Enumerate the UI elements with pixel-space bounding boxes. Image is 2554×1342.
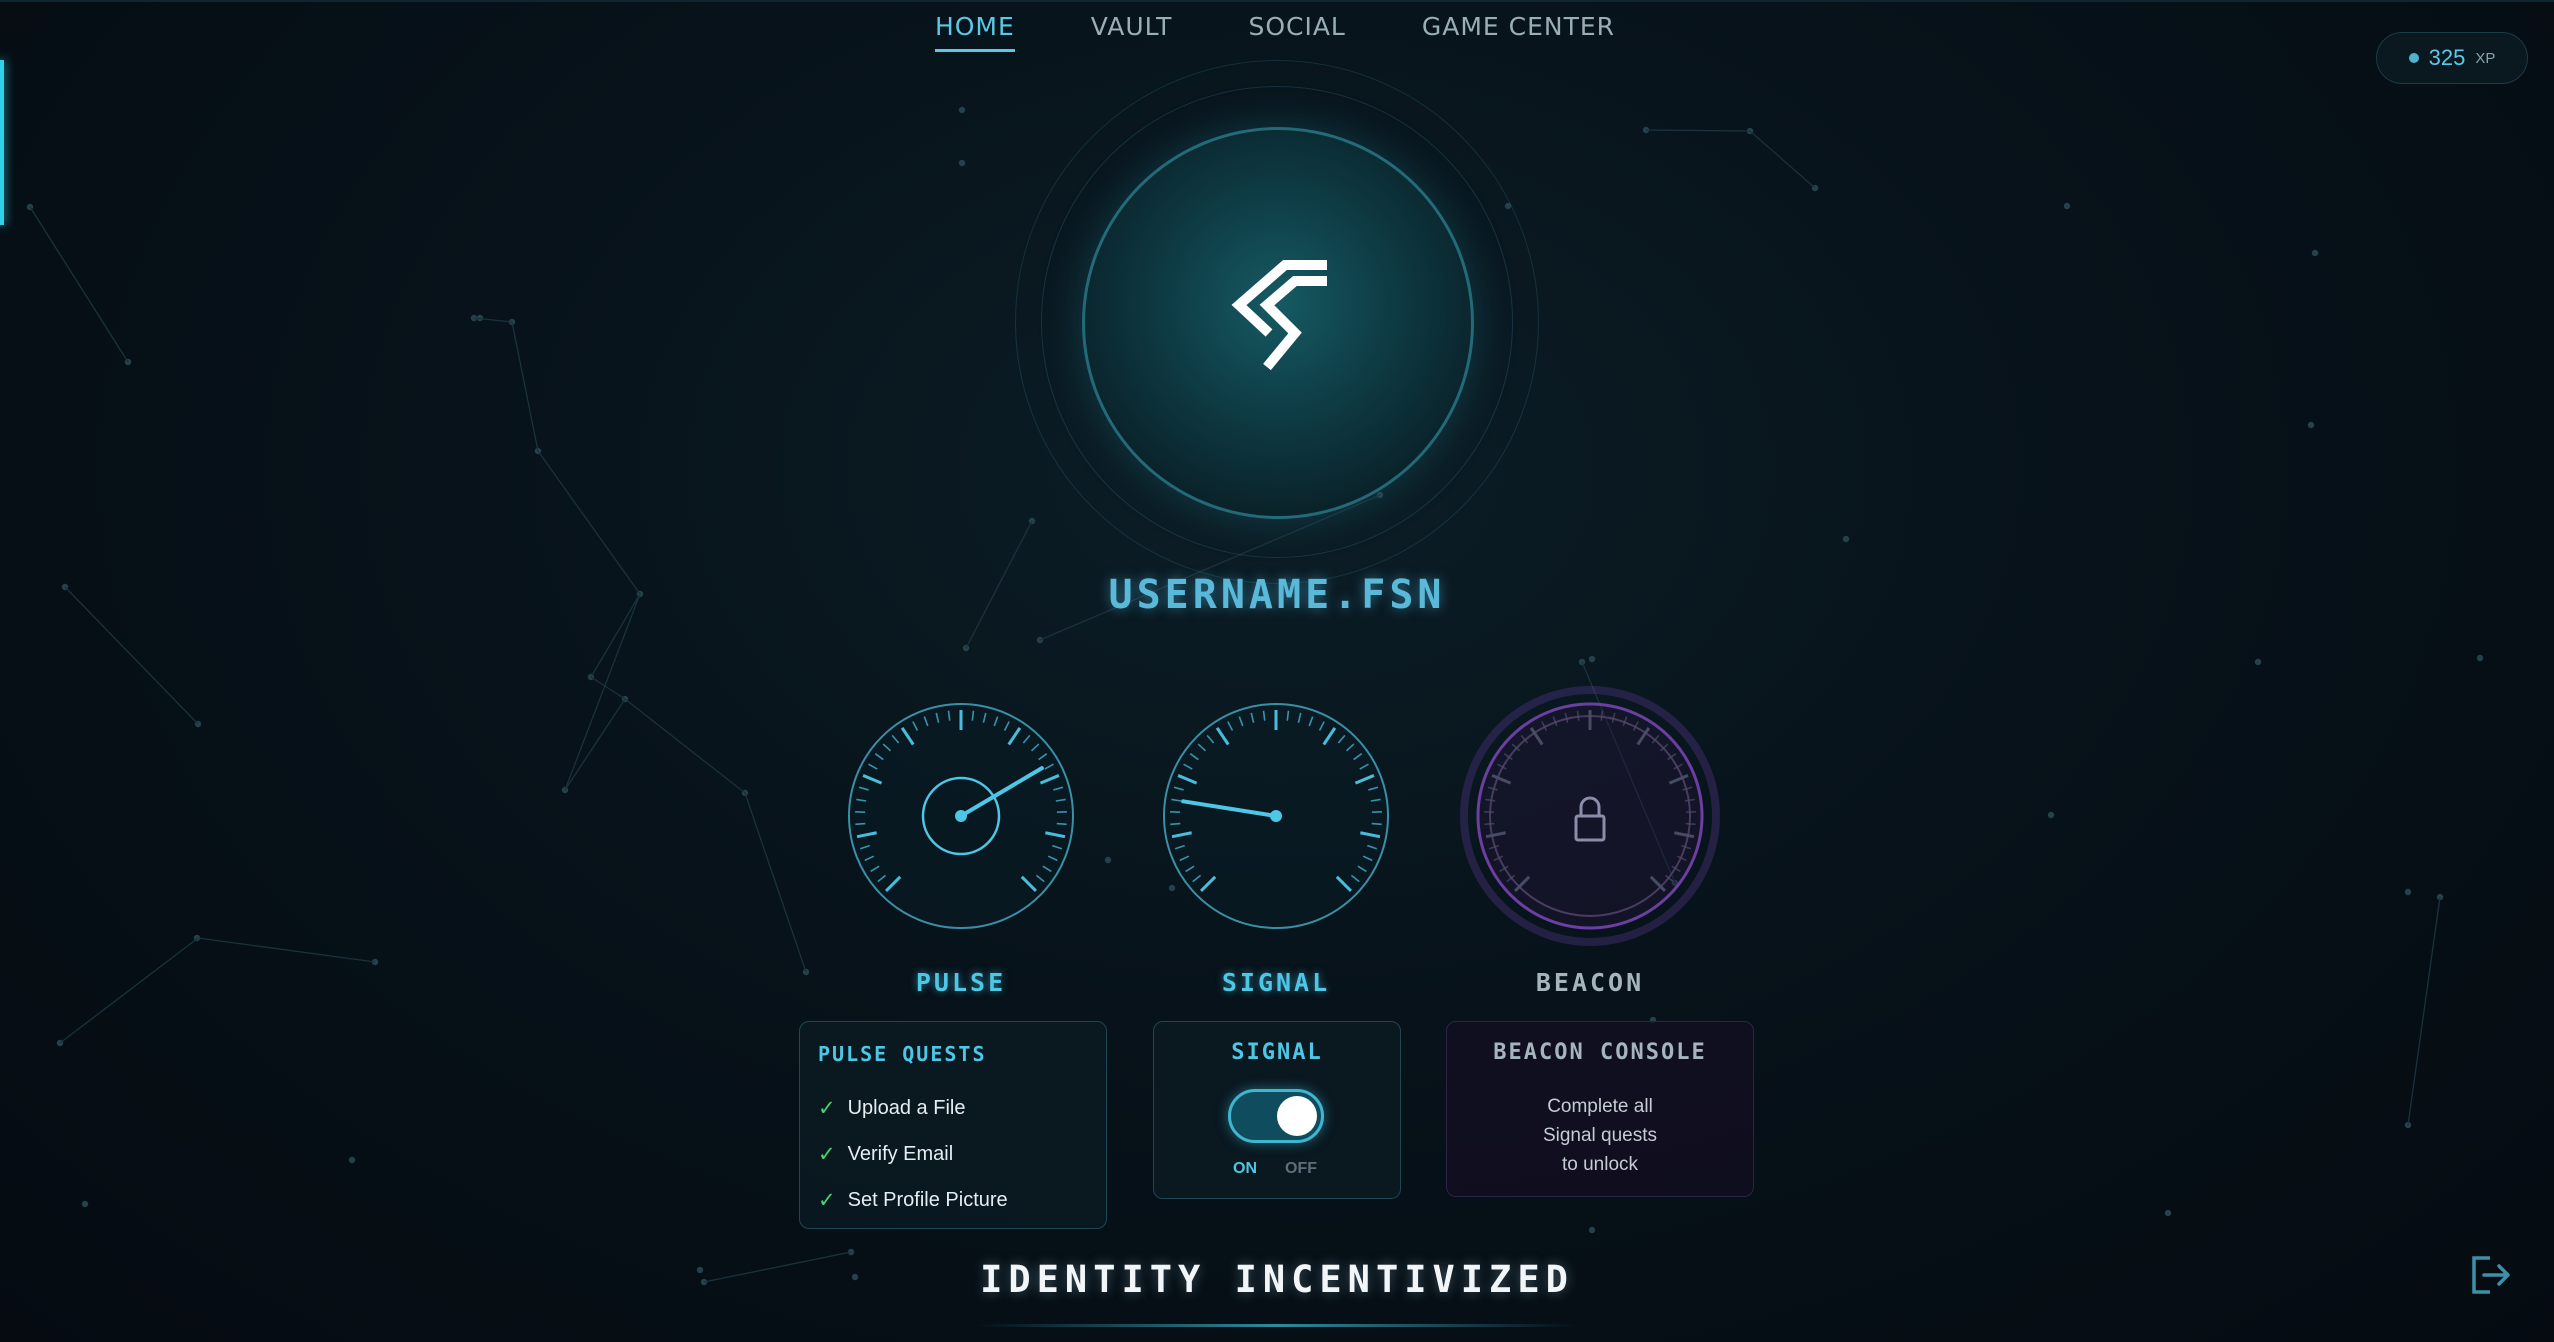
quest-label: Upload a File xyxy=(847,1096,966,1119)
star-dot xyxy=(1842,535,1850,543)
star-dot xyxy=(2404,888,2412,896)
constellation-line xyxy=(624,698,746,794)
constellation-line xyxy=(511,321,539,452)
pulse-gauge-label: PULSE xyxy=(915,968,1007,997)
xp-dot-icon xyxy=(2408,53,2419,63)
star-dot xyxy=(2047,811,2055,819)
nav-home[interactable]: HOME xyxy=(934,12,1015,52)
pulse-gauge[interactable] xyxy=(831,686,1091,946)
quest-item[interactable]: ✓ Verify Email xyxy=(818,1131,1008,1177)
star-dot xyxy=(958,106,966,114)
constellation-line xyxy=(59,937,199,1044)
username: USERNAME.FSN xyxy=(1108,572,1446,618)
star-dot xyxy=(81,1200,89,1208)
check-icon: ✓ xyxy=(818,1188,836,1212)
constellation-line xyxy=(197,937,376,963)
signal-gauge-label: SIGNAL xyxy=(1221,968,1331,997)
tagline: IDENTITY INCENTIVIZED xyxy=(980,1258,1574,1301)
signal-gauge[interactable] xyxy=(1146,686,1406,946)
signal-card: SIGNAL ON OFF xyxy=(1153,1021,1401,1199)
xp-badge[interactable]: 325 XP xyxy=(2376,32,2528,84)
tagline-underline xyxy=(977,1324,1577,1327)
logout-icon[interactable] xyxy=(2468,1254,2512,1296)
left-accent-bar xyxy=(0,60,4,225)
xp-value: 325 xyxy=(2428,45,2466,70)
constellation-line xyxy=(1645,129,1751,132)
quest-label: Set Profile Picture xyxy=(847,1188,1008,1211)
constellation-line xyxy=(564,593,641,791)
star-dot xyxy=(958,159,966,167)
gauge-tick xyxy=(1371,822,1382,826)
toggle-off-label: OFF xyxy=(1285,1160,1317,1177)
gauge-tick xyxy=(855,822,866,826)
constellation-line xyxy=(1749,130,1816,189)
beacon-console-title: BEACON CONSOLE xyxy=(1493,1040,1707,1065)
pulse-quests-card: PULSE QUESTS ✓ Upload a File ✓ Verify Em… xyxy=(799,1021,1107,1229)
profile-avatar[interactable] xyxy=(1015,60,1539,584)
beacon-gauge[interactable] xyxy=(1460,686,1720,946)
quest-label: Verify Email xyxy=(847,1142,954,1165)
gauge-hub xyxy=(1270,810,1282,822)
beacon-message-line: Signal quests xyxy=(1542,1125,1658,1146)
constellation-line xyxy=(29,206,129,363)
beacon-console-message: Complete all Signal quests to unlock xyxy=(1447,1092,1753,1179)
gauge-tick xyxy=(1685,822,1696,826)
star-dot xyxy=(2307,421,2315,429)
star-dot xyxy=(2476,654,2484,662)
main-nav: HOME VAULT SOCIAL GAME CENTER xyxy=(0,12,2554,52)
check-icon: ✓ xyxy=(818,1096,836,1120)
signal-card-title: SIGNAL xyxy=(1231,1040,1323,1065)
constellation-line xyxy=(2407,896,2441,1126)
star-dot xyxy=(2164,1209,2172,1217)
quest-item[interactable]: ✓ Upload a File xyxy=(818,1085,1008,1131)
constellation-line xyxy=(590,676,626,700)
star-dot xyxy=(2311,249,2319,257)
beacon-gauge-label: BEACON xyxy=(1535,968,1645,997)
star-dot xyxy=(1588,1226,1596,1234)
top-border xyxy=(0,0,2554,2)
xp-unit: XP xyxy=(2475,49,2496,67)
quest-list: ✓ Upload a File ✓ Verify Email ✓ Set Pro… xyxy=(818,1085,1008,1223)
nav-game-center[interactable]: GAME CENTER xyxy=(1422,12,1615,52)
gauge-tick xyxy=(1056,822,1067,826)
toggle-knob xyxy=(1277,1096,1317,1136)
gauge-hub xyxy=(955,810,967,822)
beacon-console-card: BEACON CONSOLE Complete all Signal quest… xyxy=(1446,1021,1754,1197)
star-dot xyxy=(1588,655,1596,663)
nav-social[interactable]: SOCIAL xyxy=(1248,12,1345,52)
star-dot xyxy=(1104,856,1112,864)
gauge-tick xyxy=(1170,822,1181,826)
constellation-line xyxy=(744,792,807,973)
gauge-tick xyxy=(1484,822,1495,826)
check-icon: ✓ xyxy=(818,1142,836,1166)
fsn-logo-icon xyxy=(1231,260,1327,371)
nav-vault[interactable]: VAULT xyxy=(1091,12,1173,52)
beacon-message-line: Complete all xyxy=(1547,1096,1653,1117)
quest-item[interactable]: ✓ Set Profile Picture xyxy=(818,1177,1008,1223)
toggle-on-label: ON xyxy=(1233,1160,1257,1177)
pulse-quests-title: PULSE QUESTS xyxy=(818,1042,987,1066)
star-dot xyxy=(2254,658,2262,666)
star-dot xyxy=(2063,202,2071,210)
star-dot xyxy=(348,1156,356,1164)
signal-toggle[interactable] xyxy=(1228,1089,1324,1143)
beacon-message-line: to unlock xyxy=(1561,1154,1639,1175)
